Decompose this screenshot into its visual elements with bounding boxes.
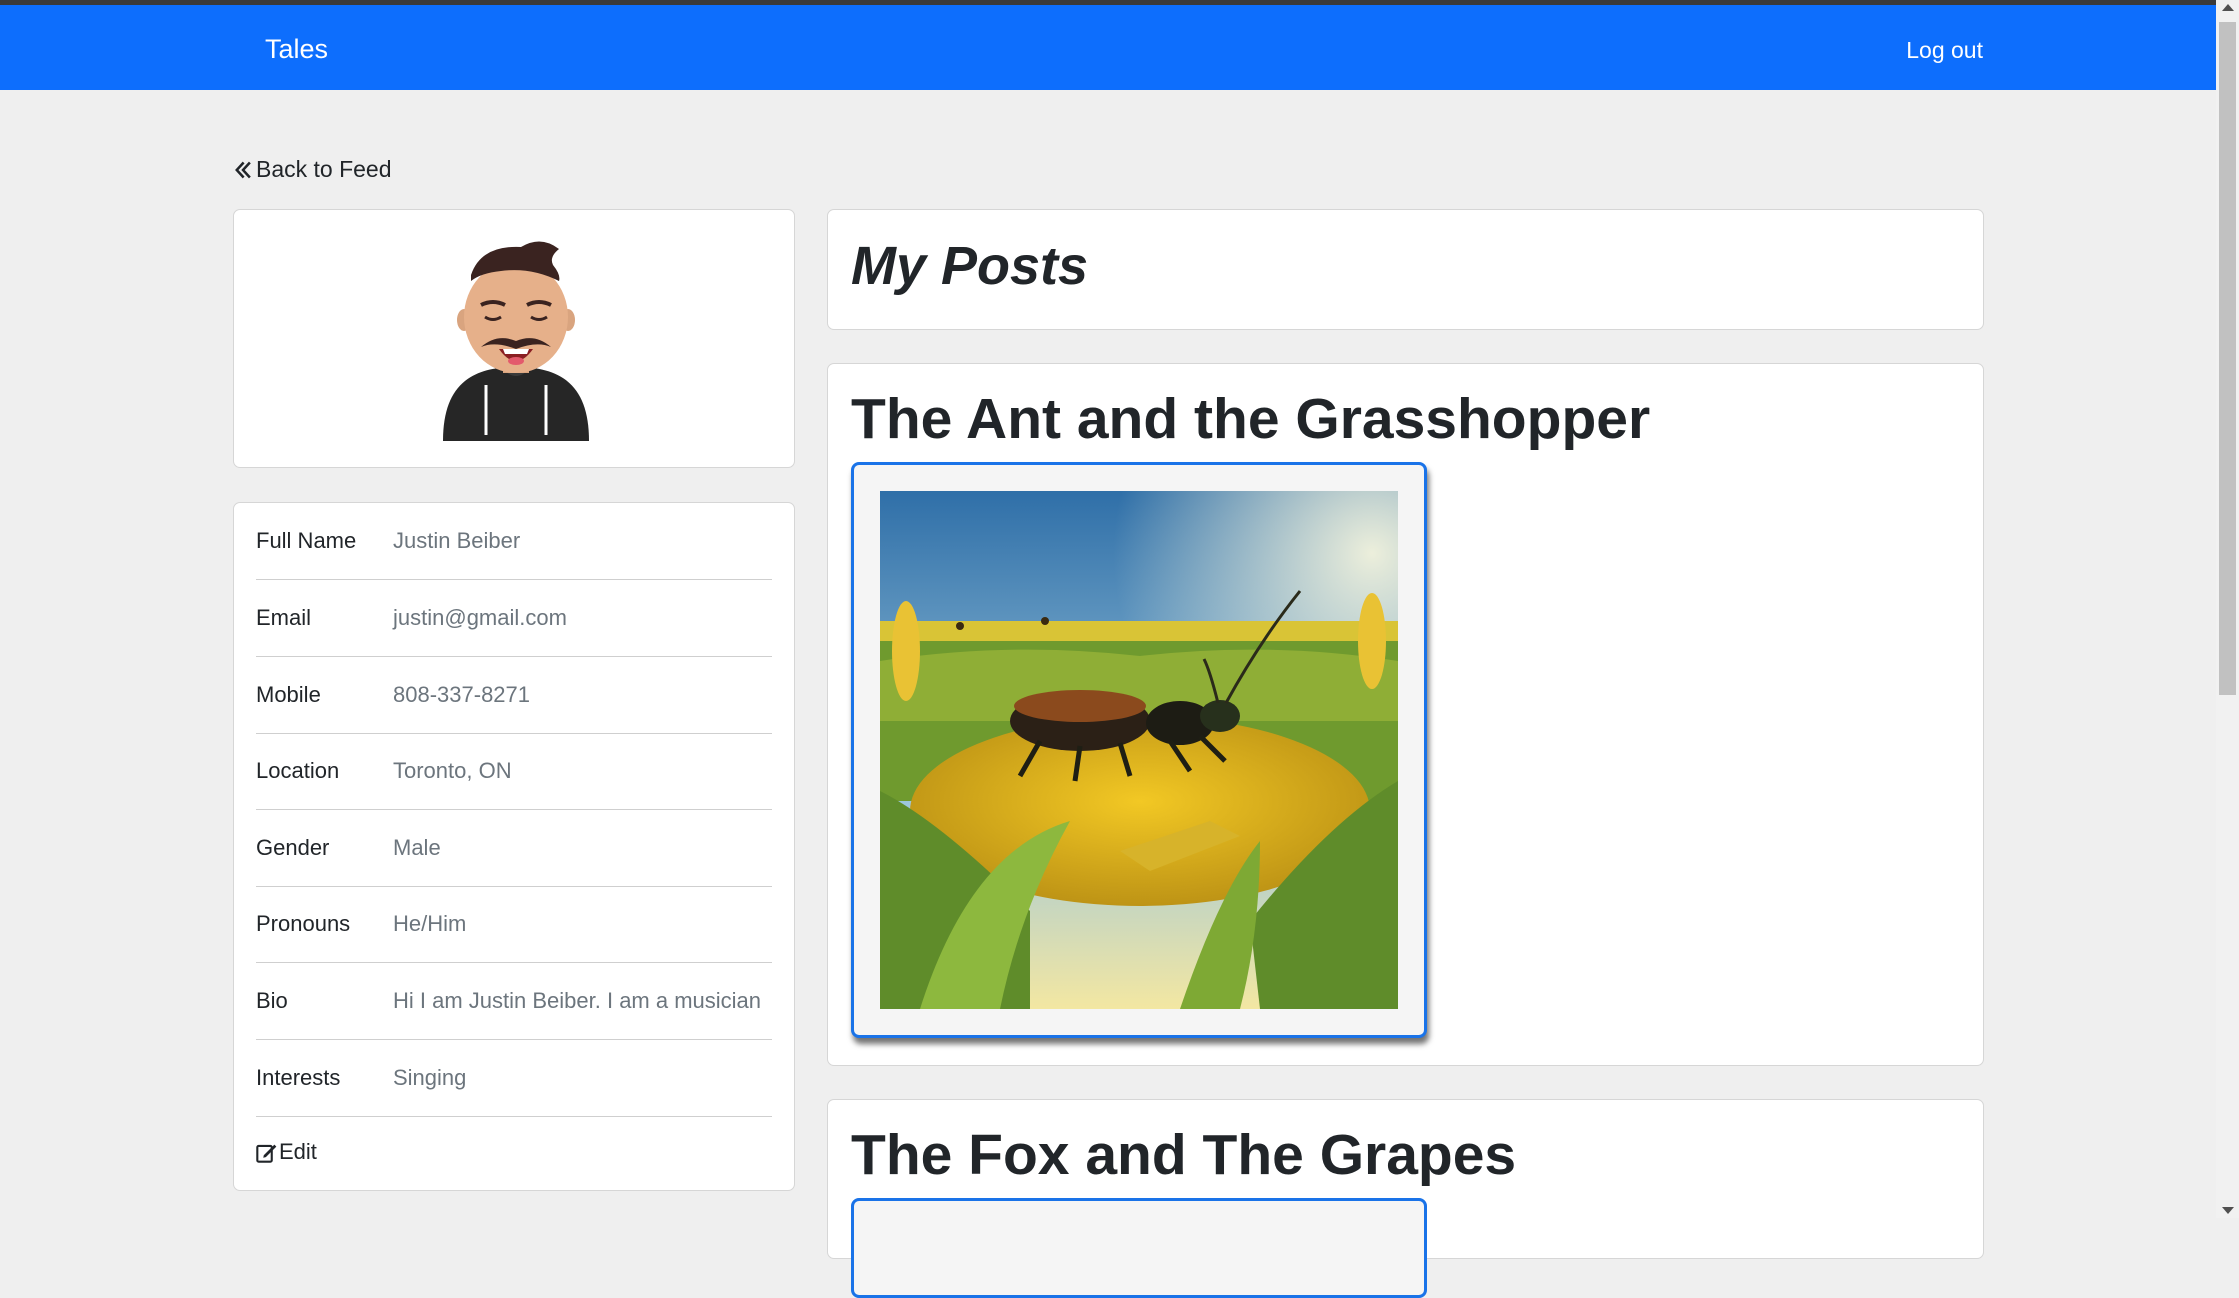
profile-info-card: Full Name Justin Beiber Email justin@gma… bbox=[233, 502, 795, 1191]
back-to-feed-label: Back to Feed bbox=[256, 156, 392, 182]
avatar-card bbox=[233, 209, 795, 468]
info-row-mobile: Mobile 808-337-8271 bbox=[256, 657, 772, 734]
info-value: 808-337-8271 bbox=[393, 682, 531, 707]
info-value: Justin Beiber bbox=[393, 528, 521, 553]
info-row-full-name: Full Name Justin Beiber bbox=[256, 503, 772, 580]
vertical-scrollbar[interactable] bbox=[2216, 0, 2239, 1218]
scrollbar-thumb[interactable] bbox=[2219, 22, 2236, 695]
post-image-frame[interactable] bbox=[851, 1198, 1427, 1298]
info-label: Location bbox=[256, 758, 340, 783]
post-card: The Ant and the Grasshopper bbox=[827, 363, 1984, 1066]
info-label: Email bbox=[256, 605, 312, 630]
info-row-bio: Bio Hi I am Justin Beiber. I am a musici… bbox=[256, 963, 772, 1040]
info-label: Bio bbox=[256, 988, 288, 1013]
info-row-interests: Interests Singing bbox=[256, 1040, 772, 1117]
my-posts-header-card: My Posts bbox=[827, 209, 1984, 330]
edit-icon bbox=[256, 1144, 277, 1163]
double-chevron-left-icon bbox=[235, 161, 251, 178]
scroll-down-arrow-icon[interactable] bbox=[2222, 1207, 2234, 1214]
post-title[interactable]: The Ant and the Grasshopper bbox=[851, 386, 1650, 452]
post-image-frame[interactable] bbox=[851, 462, 1427, 1038]
info-row-pronouns: Pronouns He/Him bbox=[256, 886, 772, 963]
info-value: Male bbox=[393, 835, 441, 860]
info-label: Mobile bbox=[256, 682, 321, 707]
info-label: Interests bbox=[256, 1065, 341, 1090]
info-value: He/Him bbox=[393, 911, 467, 936]
navbar: Tales Log out bbox=[0, 5, 2216, 90]
ant-in-cornfield-illustration bbox=[880, 491, 1398, 1009]
info-row-gender: Gender Male bbox=[256, 810, 772, 887]
info-label: Full Name bbox=[256, 528, 357, 553]
post-title[interactable]: The Fox and The Grapes bbox=[851, 1122, 1516, 1188]
post-card: The Fox and The Grapes bbox=[827, 1099, 1984, 1298]
info-label: Pronouns bbox=[256, 911, 351, 936]
info-value: Singing bbox=[393, 1065, 467, 1090]
user-avatar bbox=[443, 241, 589, 441]
info-value: Hi I am Justin Beiber. I am a musician bbox=[393, 988, 762, 1013]
scroll-up-arrow-icon[interactable] bbox=[2222, 4, 2234, 11]
info-value: justin@gmail.com bbox=[393, 605, 567, 630]
my-posts-heading: My Posts bbox=[851, 236, 1089, 296]
info-row-email: Email justin@gmail.com bbox=[256, 580, 772, 657]
brand-link[interactable]: Tales bbox=[265, 34, 328, 65]
info-label: Gender bbox=[256, 835, 330, 860]
edit-profile-button[interactable]: Edit bbox=[256, 1139, 317, 1165]
back-to-feed-link[interactable]: Back to Feed bbox=[233, 156, 392, 183]
info-value: Toronto, ON bbox=[393, 758, 512, 783]
edit-label: Edit bbox=[279, 1139, 317, 1164]
info-row-location: Location Toronto, ON bbox=[256, 733, 772, 810]
logout-link[interactable]: Log out bbox=[1906, 37, 1983, 64]
